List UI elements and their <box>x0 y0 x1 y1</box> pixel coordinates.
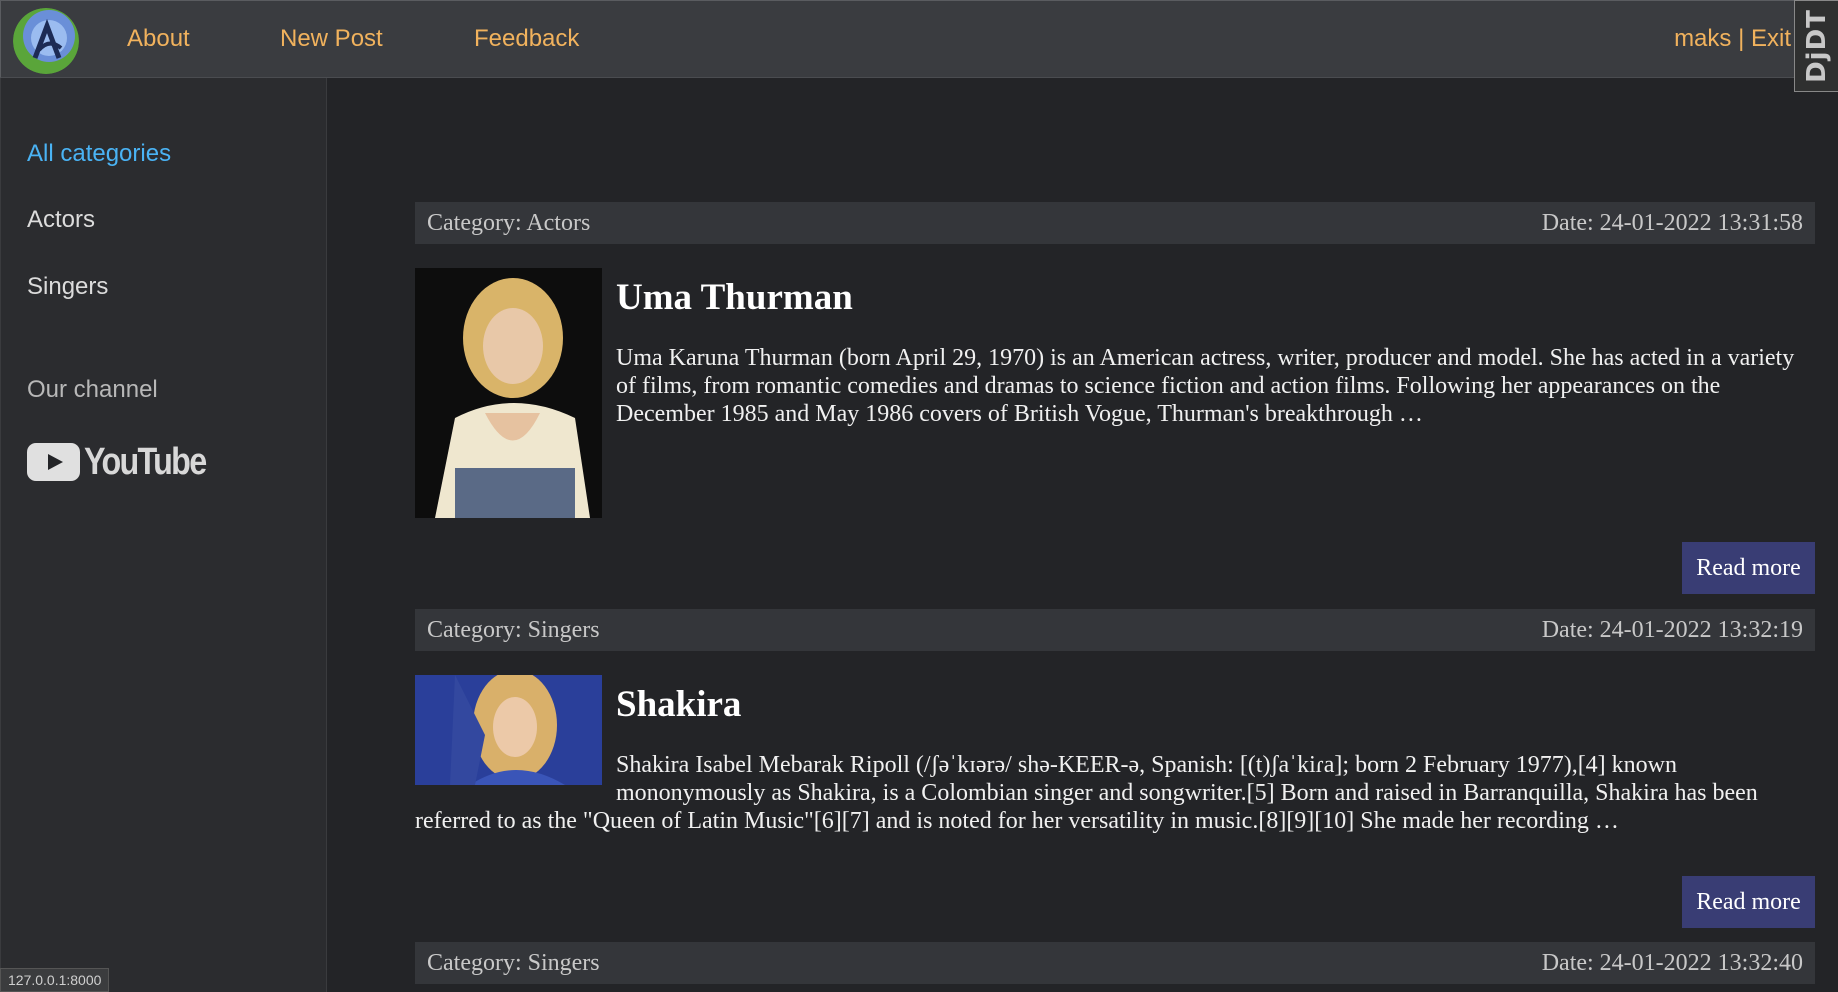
sidebar: All categories Actors Singers Our channe… <box>0 78 327 992</box>
post-card: Uma Thurman Uma Karuna Thurman (born Apr… <box>415 268 1815 522</box>
debug-toolbar-label: DjDT <box>1801 9 1832 83</box>
post-photo-shakira <box>415 675 602 785</box>
post-excerpt: Shakira Isabel Mebarak Ripoll (/ʃəˈkɪərə… <box>415 752 1758 834</box>
sidebar-item-actors[interactable]: Actors <box>27 206 95 234</box>
post-card: Shakira Shakira Isabel Mebarak Ripoll (/… <box>415 675 1815 835</box>
username-link[interactable]: maks <box>1674 25 1731 52</box>
nav-feedback-link[interactable]: Feedback <box>474 25 579 53</box>
youtube-link[interactable]: YouTube <box>27 440 227 484</box>
status-bar-url: 127.0.0.1:8000 <box>0 968 110 992</box>
site-logo[interactable] <box>13 8 79 74</box>
post-category: Category: Actors <box>427 210 591 236</box>
post-category: Category: Singers <box>427 950 600 976</box>
post-date: Date: 24-01-2022 13:32:40 <box>1541 950 1803 976</box>
sidebar-item-singers[interactable]: Singers <box>27 273 108 301</box>
portrait-icon <box>415 675 602 785</box>
top-navbar: About New Post Feedback maks | Exit <box>0 0 1838 78</box>
post-title[interactable]: Uma Thurman <box>415 276 1815 320</box>
post-excerpt: Uma Karuna Thurman (born April 29, 1970)… <box>616 345 1795 427</box>
post-category: Category: Singers <box>427 617 600 643</box>
debug-toolbar-handle[interactable]: DjDT <box>1794 0 1838 92</box>
sidebar-item-all-categories[interactable]: All categories <box>27 140 171 168</box>
post-meta-bar: Category: Actors Date: 24-01-2022 13:31:… <box>415 202 1815 244</box>
user-separator: | <box>1738 25 1745 52</box>
portrait-icon <box>415 268 602 518</box>
post-meta-bar: Category: Singers Date: 24-01-2022 13:32… <box>415 609 1815 651</box>
post-date: Date: 24-01-2022 13:31:58 <box>1541 210 1803 236</box>
post-photo-uma-thurman <box>415 268 602 518</box>
nav-new-post-link[interactable]: New Post <box>280 25 383 53</box>
youtube-wordmark: YouTube <box>84 440 207 483</box>
youtube-play-icon <box>27 443 80 481</box>
channel-heading: Our channel <box>27 376 158 403</box>
logo-icon <box>13 8 79 74</box>
post-date: Date: 24-01-2022 13:32:19 <box>1541 617 1803 643</box>
post-title[interactable]: Shakira <box>415 683 1815 727</box>
user-area: maks | Exit <box>1674 25 1791 53</box>
exit-link[interactable]: Exit <box>1751 25 1791 52</box>
post-meta-bar: Category: Singers Date: 24-01-2022 13:32… <box>415 942 1815 984</box>
nav-about-link[interactable]: About <box>127 25 190 53</box>
read-more-button[interactable]: Read more <box>1682 876 1815 928</box>
read-more-button[interactable]: Read more <box>1682 542 1815 594</box>
